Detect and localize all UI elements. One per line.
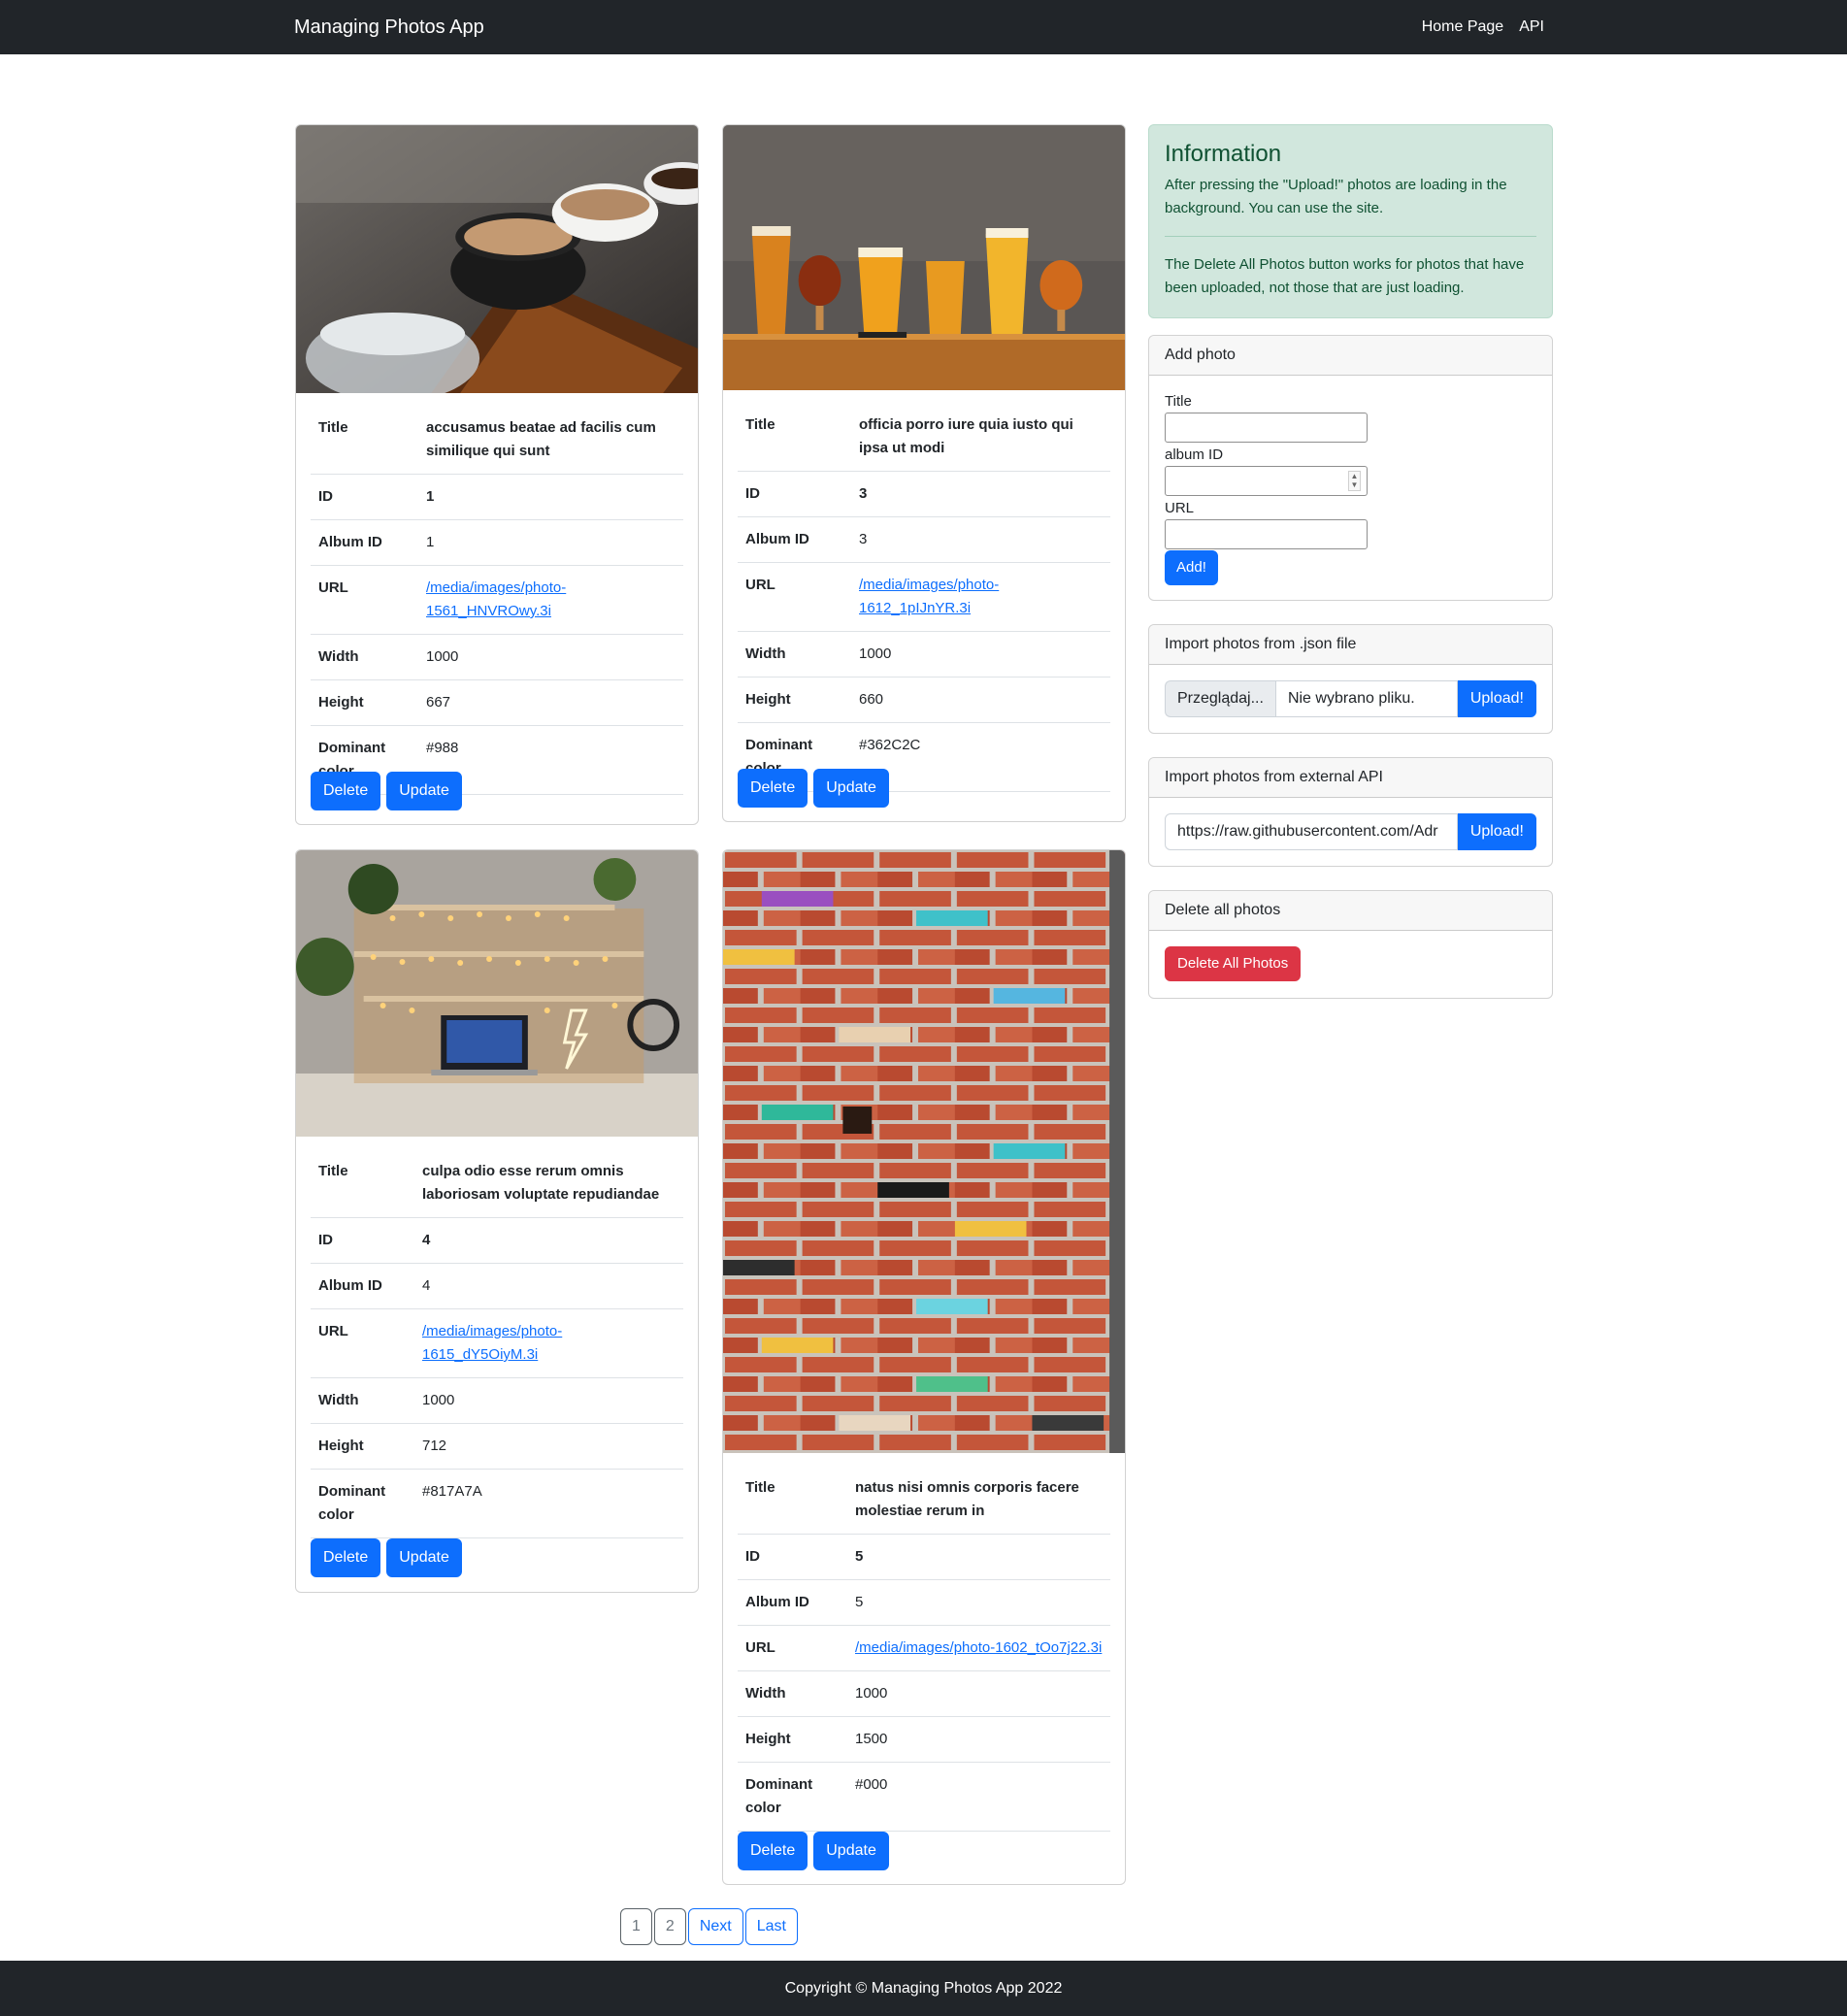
photo-id: 1 [418, 474, 683, 520]
photo-details-table: Title accusamus beatae ad facilis cum sim… [311, 406, 683, 795]
photo-title: natus nisi omnis corporis facere molesti… [847, 1466, 1110, 1535]
add-photo-button[interactable]: Add! [1165, 550, 1218, 585]
photo-image-brick-wall [723, 850, 1125, 1453]
delete-button[interactable]: Delete [738, 769, 808, 808]
copyright-text: Copyright © Managing Photos App 2022 [784, 1980, 1063, 1997]
photo-card: Title natus nisi omnis corporis facere mo… [722, 849, 1126, 1885]
photo-url-link[interactable]: /media/images/photo-1615_dY5OiyM.3i [422, 1323, 562, 1363]
add-photo-card: Add photo Title album ID ▲ ▼ URL Add! [1148, 335, 1553, 601]
delete-all-photos-button[interactable]: Delete All Photos [1165, 946, 1302, 981]
update-button[interactable]: Update [386, 1538, 462, 1577]
photo-details-table: Title natus nisi omnis corporis facere mo… [738, 1466, 1110, 1832]
delete-all-header: Delete all photos [1149, 891, 1552, 931]
album-id-input[interactable]: ▲ ▼ [1165, 466, 1368, 496]
browse-button[interactable]: Przeglądaj... [1165, 680, 1275, 717]
photo-album-id: 5 [847, 1579, 1110, 1626]
update-button[interactable]: Update [813, 769, 889, 808]
number-spinner-icon[interactable]: ▲ ▼ [1348, 471, 1361, 491]
file-input-group: Przeglądaj... Nie wybrano pliku. Upload! [1165, 680, 1536, 717]
photo-height: 660 [851, 677, 1110, 723]
next-page-link[interactable]: Next [687, 1908, 743, 1945]
delete-button[interactable]: Delete [738, 1832, 808, 1870]
delete-button[interactable]: Delete [311, 772, 381, 810]
photo-width: 1000 [414, 1377, 683, 1424]
photo-album-id: 4 [414, 1263, 683, 1309]
information-alert: Information After pressing the "Upload!"… [1148, 124, 1553, 318]
photo-dominant-color: #000 [847, 1762, 1110, 1832]
update-button[interactable]: Update [386, 772, 462, 810]
footer: Copyright © Managing Photos App 2022 [0, 1961, 1847, 2016]
photo-details-table: Title culpa odio esse rerum omnis laborio… [311, 1149, 683, 1538]
information-text-delete: The Delete All Photos button works for p… [1165, 256, 1525, 296]
nav-api[interactable]: API [1519, 18, 1544, 36]
import-json-card: Import photos from .json file Przeglądaj… [1148, 624, 1553, 734]
import-api-header: Import photos from external API [1149, 758, 1552, 798]
url-input[interactable] [1165, 519, 1368, 549]
update-button[interactable]: Update [813, 1832, 889, 1870]
photo-title: culpa odio esse rerum omnis laboriosam v… [414, 1149, 683, 1218]
delete-button[interactable]: Delete [311, 1538, 381, 1577]
photo-width: 1000 [418, 634, 683, 680]
navbar: Managing Photos App Home Page API [0, 0, 1847, 54]
photo-dominant-color: #817A7A [414, 1469, 683, 1538]
file-status-text[interactable]: Nie wybrano pliku. [1274, 680, 1458, 717]
photo-card: Title officia porro iure quia iusto qui i… [722, 124, 1126, 822]
photo-title: accusamus beatae ad facilis cum similiqu… [418, 406, 683, 475]
photo-url-link[interactable]: /media/images/photo-1602_tOo7j22.3i [855, 1639, 1102, 1656]
title-input[interactable] [1165, 413, 1368, 443]
photo-image-coffee [296, 125, 698, 393]
photo-height: 667 [418, 679, 683, 726]
information-divider [1165, 236, 1536, 237]
url-label: URL [1165, 500, 1195, 516]
title-label: Title [1165, 393, 1192, 410]
import-json-header: Import photos from .json file [1149, 625, 1552, 665]
information-heading: Information [1165, 141, 1282, 167]
upload-json-button[interactable]: Upload! [1457, 680, 1536, 717]
photo-url-link[interactable]: /media/images/photo-1561_HNVROwy.3i [426, 579, 566, 619]
api-url-input[interactable]: https://raw.githubusercontent.com/Adr [1165, 813, 1458, 850]
photo-image-beers [723, 125, 1125, 390]
photo-id: 5 [847, 1534, 1110, 1580]
photo-card: Title accusamus beatae ad facilis cum sim… [295, 124, 699, 825]
photo-details-table: Title officia porro iure quia iusto qui i… [738, 403, 1110, 792]
brand-title[interactable]: Managing Photos App [294, 17, 484, 39]
upload-api-button[interactable]: Upload! [1457, 813, 1536, 850]
pagination: 1 2 Next Last [620, 1908, 798, 1945]
last-page-link[interactable]: Last [744, 1908, 798, 1945]
add-photo-header: Add photo [1149, 336, 1552, 376]
photo-height: 1500 [847, 1716, 1110, 1763]
photo-height: 712 [414, 1423, 683, 1470]
photo-id: 4 [414, 1217, 683, 1264]
information-text-upload: After pressing the "Upload!" photos are … [1165, 177, 1507, 216]
photo-card: Title culpa odio esse rerum omnis laborio… [295, 849, 699, 1593]
photo-image-desk-setup [296, 850, 698, 1137]
album-id-label: album ID [1165, 446, 1224, 463]
photo-width: 1000 [851, 631, 1110, 678]
photo-id: 3 [851, 471, 1110, 517]
api-input-group: https://raw.githubusercontent.com/Adr Up… [1165, 813, 1536, 850]
import-api-card: Import photos from external API https://… [1148, 757, 1553, 867]
photo-dominant-color: #362C2C [851, 722, 1110, 792]
page-1-link[interactable]: 1 [620, 1908, 652, 1945]
photo-album-id: 1 [418, 519, 683, 566]
photo-title: officia porro iure quia iusto qui ipsa u… [851, 403, 1110, 472]
delete-all-card: Delete all photos Delete All Photos [1148, 890, 1553, 999]
nav-home-page[interactable]: Home Page [1422, 18, 1504, 36]
nav-links: Home Page API [1422, 18, 1544, 36]
photo-url-link[interactable]: /media/images/photo-1612_1pIJnYR.3i [859, 577, 999, 616]
photo-album-id: 3 [851, 516, 1110, 563]
photo-width: 1000 [847, 1670, 1110, 1717]
page-2-link[interactable]: 2 [653, 1908, 686, 1945]
